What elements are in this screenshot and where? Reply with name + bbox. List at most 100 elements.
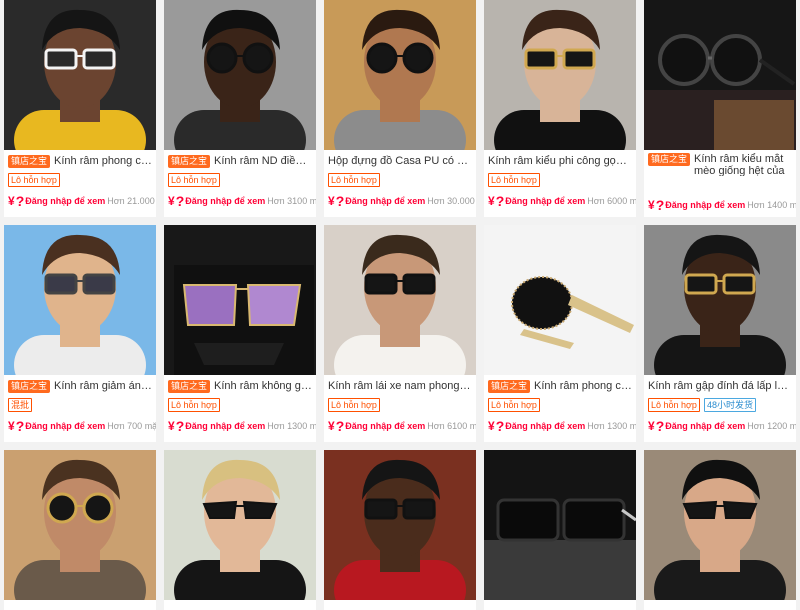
currency-symbol: ¥ — [488, 419, 495, 433]
title-row: 镇店之宝Kính râm phong cách ... — [4, 150, 156, 172]
product-card[interactable] — [644, 450, 796, 610]
currency-symbol: ¥ — [328, 194, 335, 208]
product-card[interactable]: 镇店之宝Kính râm không gọng ...Lô hỗn hợp¥?Đ… — [164, 225, 316, 442]
product-image — [164, 450, 316, 600]
login-to-view-link[interactable]: Đăng nhập để xem — [345, 196, 425, 206]
product-card[interactable]: 镇店之宝Kính râm ND điều chỉ...Lô hỗn hợp¥?Đ… — [164, 0, 316, 217]
product-title[interactable]: Kính râm giảm ánh sá... — [54, 380, 152, 392]
product-card[interactable]: 镇店之宝Kính râm phong cách ...Lô hỗn hợp¥?Đ… — [4, 0, 156, 217]
title-row: Kính râm lái xe nam phong các... — [324, 375, 476, 397]
product-title[interactable]: Kính râm phong cách ... — [534, 380, 632, 392]
currency-symbol: ¥ — [168, 194, 175, 208]
price-row: ¥?Đăng nhập để xemHơn 1300 mặt hàng — [164, 413, 316, 439]
sold-count: Hơn 30.000 mặt hàng — [427, 196, 476, 206]
question-icon: ? — [15, 418, 25, 434]
sold-count: Hơn 1200 mặt hàng — [747, 421, 796, 431]
product-card[interactable]: Kính râm kiểu phi công gọng o... Lô hỗn h… — [484, 0, 636, 217]
price-row: ¥?Đăng nhập để xemHơn 1400 mặt hàng — [644, 192, 796, 217]
question-icon: ? — [335, 193, 345, 209]
sold-count: Hơn 6100 mặt hàng — [427, 421, 476, 431]
product-image — [324, 450, 476, 600]
product-photo[interactable] — [4, 225, 156, 375]
tag-label: Lô hỗn hợp — [488, 173, 540, 187]
product-title[interactable]: Hộp đựng đồ Casa PU có khóa ... — [328, 155, 472, 167]
product-card[interactable]: 镇店之宝Kính râm phong cách ...Lô hỗn hợp¥?Đ… — [484, 225, 636, 442]
product-image — [484, 450, 636, 600]
title-row: 镇店之宝 Kính râm kiểu mắt mèo giống hệt của … — [644, 150, 796, 176]
product-card[interactable] — [484, 450, 636, 610]
product-photo[interactable] — [164, 0, 316, 150]
title-row: Kính râm kiểu phi công gọng o... — [484, 150, 636, 172]
shop-badge: 镇店之宝 — [168, 154, 211, 168]
login-to-view-link[interactable]: Đăng nhập để xem — [185, 421, 265, 431]
product-title[interactable]: Kính râm không gọng ... — [214, 380, 312, 392]
product-photo[interactable] — [4, 450, 156, 600]
product-title[interactable]: Kính râm gập đính đá lấp lánh ... — [648, 380, 792, 392]
product-photo[interactable] — [644, 225, 796, 375]
login-to-view-link[interactable]: Đăng nhập để xem — [25, 421, 105, 431]
product-card[interactable] — [324, 450, 476, 610]
login-to-view-link[interactable]: Đăng nhập để xem — [665, 421, 745, 431]
product-card[interactable]: Kính râm lái xe nam phong các... Lô hỗn h… — [324, 225, 476, 442]
tag-label: Lô hỗn hợp — [168, 173, 220, 187]
price-row: ¥?Đăng nhập để xemHơn 700 mặt hàng — [4, 413, 156, 439]
product-photo[interactable] — [324, 450, 476, 600]
question-icon: ? — [655, 197, 665, 213]
product-photo[interactable] — [484, 225, 636, 375]
product-photo[interactable] — [324, 0, 476, 150]
tag-label: 混批 — [8, 398, 33, 412]
title-row: 镇店之宝Kính râm ND điều chỉ... — [164, 150, 316, 172]
product-photo[interactable] — [4, 0, 156, 150]
product-photo[interactable] — [164, 450, 316, 600]
product-image — [164, 225, 316, 375]
price-row: ¥?Đăng nhập để xemHơn 1200 mặt hàng — [644, 413, 796, 439]
product-image — [484, 0, 636, 150]
product-card[interactable]: Kính râm gập đính đá lấp lánh ... Lô hỗn … — [644, 225, 796, 442]
login-to-view-link[interactable]: Đăng nhập để xem — [185, 196, 265, 206]
product-image — [484, 225, 636, 375]
product-photo[interactable] — [484, 450, 636, 600]
product-card[interactable] — [4, 450, 156, 610]
price-row: ¥?Đăng nhập để xemHơn 30.000 mặt hàng — [324, 188, 476, 214]
product-title[interactable]: Kính râm ND điều chỉ... — [214, 155, 312, 167]
product-title[interactable]: Kính râm kiểu mắt mèo giống hệt của Yang… — [694, 153, 792, 176]
login-to-view-link[interactable]: Đăng nhập để xem — [25, 196, 105, 206]
product-title[interactable]: Kính râm lái xe nam phong các... — [328, 380, 472, 392]
product-photo[interactable] — [484, 0, 636, 150]
sold-count: Hơn 6000 mặt hàng — [587, 196, 636, 206]
product-image — [644, 0, 796, 150]
sold-count: Hơn 1300 mặt hàng — [267, 421, 316, 431]
question-icon: ? — [655, 418, 665, 434]
currency-symbol: ¥ — [8, 194, 15, 208]
tag-list: Lô hỗn hợp — [324, 172, 476, 188]
shop-badge: 镇店之宝 — [648, 153, 691, 166]
product-photo[interactable] — [644, 0, 796, 150]
tag-list: Lô hỗn hợp 48小时发货 — [644, 397, 796, 413]
shop-badge: 镇店之宝 — [8, 154, 51, 168]
product-card[interactable]: 镇店之宝 Kính râm kiểu mắt mèo giống hệt của … — [644, 0, 796, 217]
product-photo[interactable] — [644, 450, 796, 600]
currency-symbol: ¥ — [648, 198, 655, 212]
product-card[interactable]: 镇店之宝Kính râm giảm ánh sá...混批¥?Đăng nhập… — [4, 225, 156, 442]
sold-count: Hơn 700 mặt hàng — [107, 421, 156, 431]
product-card[interactable]: Hộp đựng đồ Casa PU có khóa ... Lô hỗn hợ… — [324, 0, 476, 217]
product-photo[interactable] — [164, 225, 316, 375]
price-row: ¥?Đăng nhập để xemHơn 1300 mặt hàng — [484, 413, 636, 439]
login-to-view-link[interactable]: Đăng nhập để xem — [345, 421, 425, 431]
login-to-view-link[interactable]: Đăng nhập để xem — [505, 196, 585, 206]
currency-symbol: ¥ — [648, 419, 655, 433]
product-image — [164, 0, 316, 150]
product-image — [4, 0, 156, 150]
product-image — [4, 225, 156, 375]
shop-badge: 镇店之宝 — [168, 379, 211, 393]
product-title[interactable]: Kính râm kiểu phi công gọng o... — [488, 155, 632, 167]
title-row: Hộp đựng đồ Casa PU có khóa ... — [324, 150, 476, 172]
product-image — [644, 225, 796, 375]
login-to-view-link[interactable]: Đăng nhập để xem — [665, 200, 745, 210]
product-title[interactable]: Kính râm phong cách ... — [54, 155, 152, 167]
tag-label: Lô hỗn hợp — [488, 398, 540, 412]
product-card[interactable] — [164, 450, 316, 610]
tag-label: Lô hỗn hợp — [328, 173, 380, 187]
product-photo[interactable] — [324, 225, 476, 375]
login-to-view-link[interactable]: Đăng nhập để xem — [505, 421, 585, 431]
